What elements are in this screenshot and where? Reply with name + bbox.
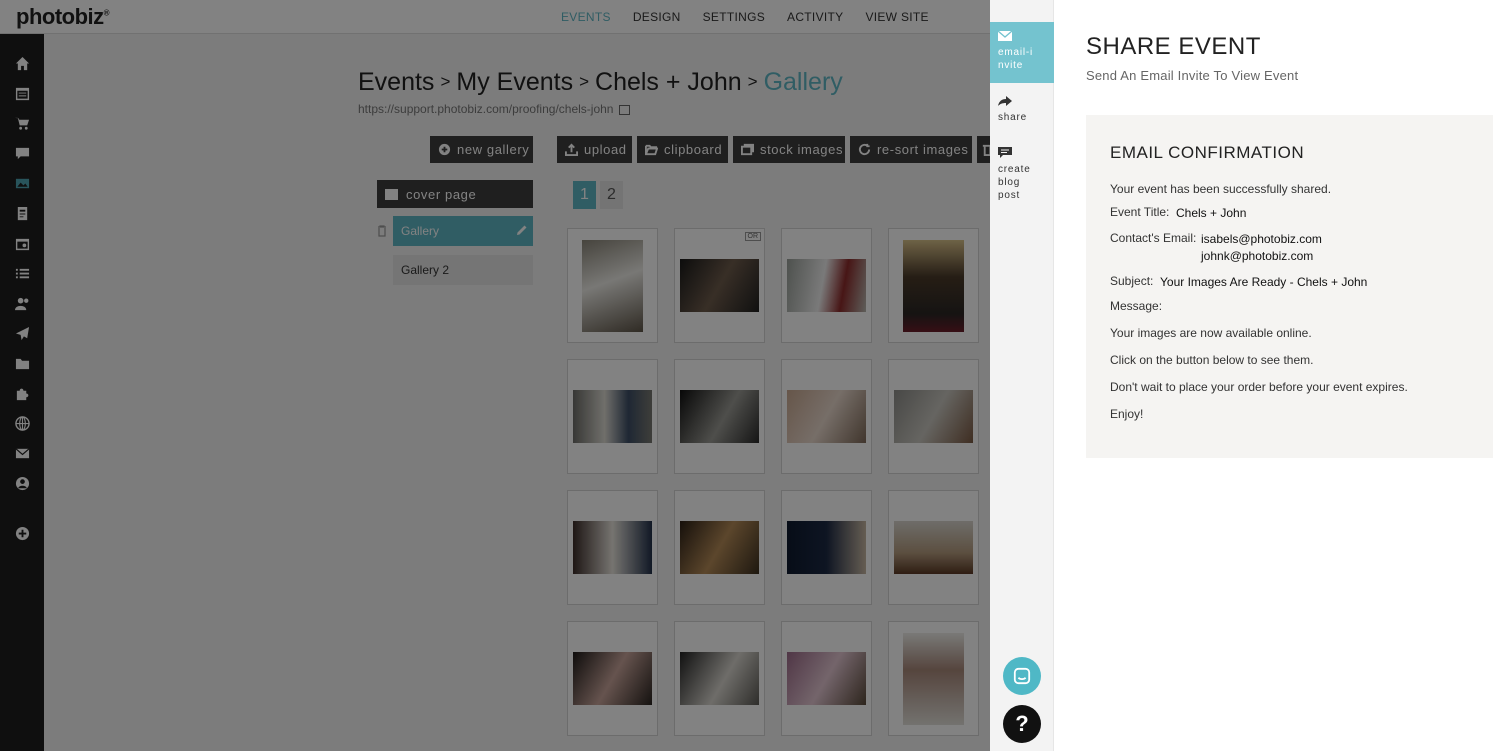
message-line: Don't wait to place your order before yo… (1110, 380, 1408, 394)
email-confirmation-card: EMAIL CONFIRMATION Your event has been s… (1086, 115, 1493, 458)
modal-overlay[interactable] (0, 0, 990, 751)
event-title-label: Event Title: (1110, 205, 1170, 219)
message-label: Message: (1110, 299, 1163, 313)
panel-title: SHARE EVENT (1086, 33, 1261, 60)
tab-share-label: share (998, 112, 1028, 123)
event-title-row: Event Title: Chels + John (1110, 205, 1246, 220)
chat-launcher-button[interactable] (1003, 657, 1041, 695)
tab-share[interactable]: share (990, 95, 1054, 135)
subject-label: Subject: (1110, 274, 1154, 288)
event-title-value: Chels + John (1176, 206, 1247, 220)
message-line: Click on the button below to see them. (1110, 353, 1314, 367)
message-line: Your images are now available online. (1110, 326, 1312, 340)
share-tabs: email-invite share create blog post (990, 0, 1054, 751)
mail-icon (997, 30, 1054, 46)
subject-value: Your Images Are Ready - Chels + John (1160, 275, 1368, 289)
comment-icon (998, 147, 1054, 163)
share-event-panel: SHARE EVENT Send An Email Invite To View… (1054, 0, 1500, 751)
tab-create-blog-post[interactable]: create blog post (990, 147, 1054, 207)
contact-email-label: Contact's Email: (1110, 231, 1197, 245)
confirmation-title: EMAIL CONFIRMATION (1110, 143, 1305, 162)
chat-bubble-icon (1013, 667, 1031, 685)
contact-email-row: Contact's Email: isabels@photobiz.com john… (1110, 231, 1322, 263)
message-line: Enjoy! (1110, 407, 1144, 421)
contact-email-value: johnk@photobiz.com (1201, 249, 1314, 263)
share-arrow-icon (998, 95, 1054, 111)
contact-email-value: isabels@photobiz.com (1201, 232, 1322, 246)
panel-subtitle: Send An Email Invite To View Event (1086, 68, 1299, 83)
subject-row: Subject: Your Images Are Ready - Chels + … (1110, 274, 1367, 289)
status-message: Your event has been successfully shared. (1110, 182, 1332, 196)
tab-create-blog-post-label: create blog post (998, 164, 1031, 201)
tab-email-invite[interactable]: email-invite (990, 22, 1054, 83)
help-icon: ? (1015, 711, 1029, 736)
event-editor: photobiz® EVENTS DESIGN SETTINGS ACTIVIT… (0, 0, 990, 751)
tab-email-invite-label: email-invite (998, 47, 1034, 71)
help-button[interactable]: ? (1003, 705, 1041, 743)
